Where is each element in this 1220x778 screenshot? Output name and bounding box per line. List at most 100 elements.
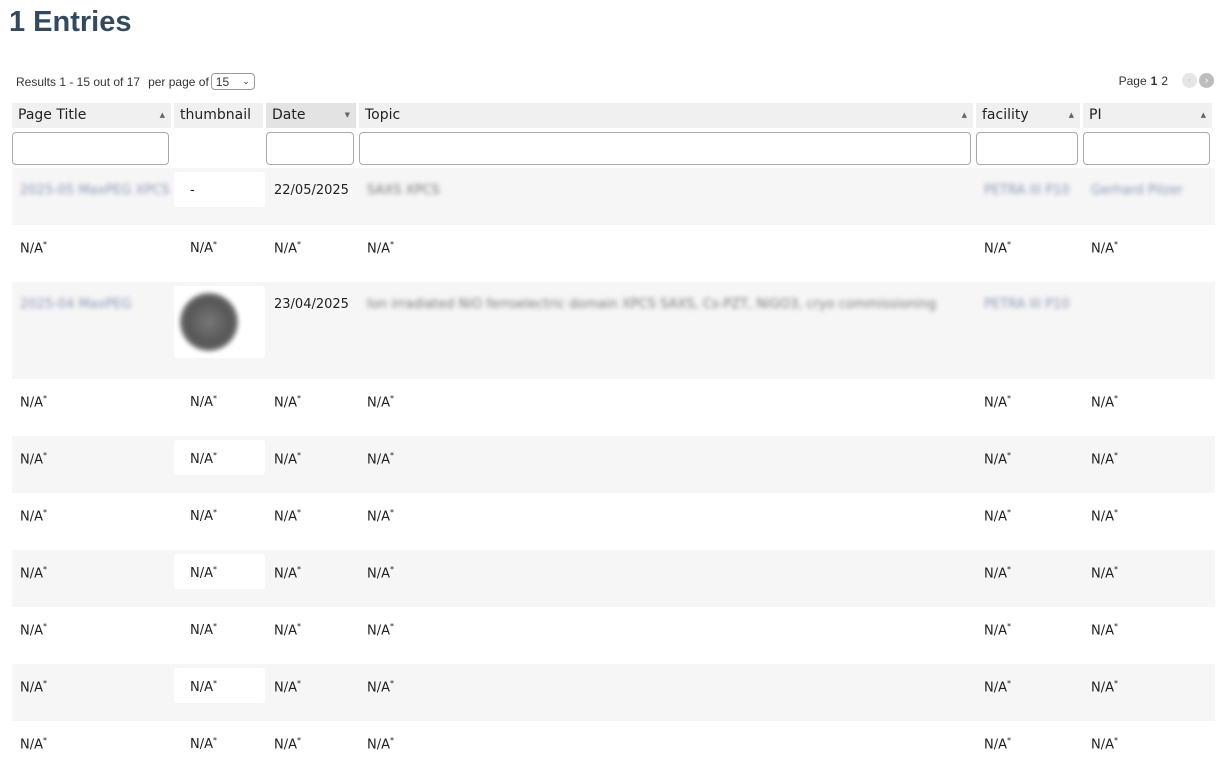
- asterisk-icon: *: [1007, 679, 1011, 688]
- cell-value: N/A: [984, 509, 1007, 525]
- cell-value: N/A: [1091, 509, 1114, 525]
- asterisk-icon: *: [43, 736, 47, 745]
- asterisk-icon: *: [213, 679, 217, 688]
- asterisk-icon: *: [390, 622, 394, 631]
- cell-value: N/A: [984, 680, 1007, 696]
- topic-cell: N/A*: [359, 436, 976, 493]
- date-cell: N/A*: [266, 225, 359, 282]
- pi-cell: Gerhard Pilzer: [1083, 168, 1215, 225]
- topic-cell: N/A*: [359, 379, 976, 436]
- date-cell: N/A*: [266, 436, 359, 493]
- per-page-select[interactable]: 15 ⌄: [210, 73, 255, 90]
- column-header-page-title[interactable]: Page Title ▲: [12, 103, 174, 128]
- column-header-thumbnail: thumbnail: [174, 103, 266, 128]
- asterisk-icon: *: [390, 508, 394, 517]
- cell-value: N/A: [984, 737, 1007, 753]
- entries-table: Page Title ▲ thumbnail Date ▼ Topic ▲ facil…: [12, 103, 1215, 778]
- asterisk-icon: *: [297, 622, 301, 631]
- table-row: N/A* N/A* N/A* N/A* N/A* N/A*: [12, 436, 1215, 493]
- cell-value: N/A: [367, 395, 390, 411]
- pi-cell: N/A*: [1083, 493, 1215, 550]
- asterisk-icon: *: [213, 508, 217, 517]
- pager-page-2[interactable]: 2: [1161, 74, 1168, 88]
- thumbnail-cell: N/A*: [174, 607, 266, 664]
- topic-cell: Ion irradiated NiO ferroelectric domain …: [359, 282, 976, 379]
- asterisk-icon: *: [213, 565, 217, 574]
- table-header: Page Title ▲ thumbnail Date ▼ Topic ▲ facil…: [12, 103, 1215, 128]
- column-header-topic[interactable]: Topic ▲: [359, 103, 976, 128]
- topic-cell: N/A*: [359, 493, 976, 550]
- thumbnail-cell: N/A*: [174, 721, 266, 778]
- pi-cell: N/A*: [1083, 721, 1215, 778]
- thumbnail-cell: -: [174, 168, 266, 225]
- next-page-icon[interactable]: ›: [1199, 73, 1214, 88]
- title-cell: N/A*: [12, 436, 174, 493]
- asterisk-icon: *: [390, 451, 394, 460]
- column-header-date[interactable]: Date ▼: [266, 103, 359, 128]
- sort-up-icon: ▲: [961, 111, 967, 119]
- sort-down-icon: ▼: [344, 111, 350, 119]
- previous-page-icon[interactable]: ‹: [1182, 73, 1197, 88]
- asterisk-icon: *: [1007, 240, 1011, 249]
- facility-cell: PETRA III P10: [976, 168, 1083, 225]
- cell-value: N/A: [20, 452, 43, 468]
- table-row: N/A* N/A* N/A* N/A* N/A* N/A*: [12, 607, 1215, 664]
- facility-filter[interactable]: [976, 131, 1078, 165]
- cell-value: N/A: [367, 452, 390, 468]
- cell-value: N/A: [274, 395, 297, 411]
- filter-cell: [359, 131, 976, 165]
- cell-value: N/A: [190, 241, 213, 257]
- date-cell: N/A*: [266, 607, 359, 664]
- cell-value: N/A: [367, 566, 390, 582]
- thumbnail-image[interactable]: [180, 293, 238, 351]
- cell-value: N/A: [274, 680, 297, 696]
- cell-value: N/A: [20, 395, 43, 411]
- pi-cell: N/A*: [1083, 225, 1215, 282]
- filter-cell: [12, 131, 174, 165]
- asterisk-icon: *: [1007, 622, 1011, 631]
- asterisk-icon: *: [390, 565, 394, 574]
- column-header-pi[interactable]: PI ▲: [1083, 103, 1215, 128]
- topic-filter[interactable]: [359, 131, 971, 165]
- cell-value: N/A: [367, 680, 390, 696]
- topic-cell: N/A*: [359, 607, 976, 664]
- topic-cell: N/A*: [359, 664, 976, 721]
- topic-text: Ion irradiated NiO ferroelectric domain …: [367, 297, 937, 312]
- cell-value: N/A: [984, 452, 1007, 468]
- asterisk-icon: *: [1114, 622, 1118, 631]
- cell-value: N/A: [274, 241, 297, 257]
- asterisk-icon: *: [1007, 508, 1011, 517]
- pi-cell: N/A*: [1083, 436, 1215, 493]
- pi-filter[interactable]: [1083, 131, 1210, 165]
- facility-link[interactable]: PETRA III P10: [984, 183, 1070, 198]
- pi-cell: [1083, 282, 1215, 379]
- table-row: 2025-05 MaxPEG XPCS - 22/05/2025 SAXS XP…: [12, 168, 1215, 225]
- asterisk-icon: *: [213, 240, 217, 249]
- asterisk-icon: *: [1114, 679, 1118, 688]
- sort-up-icon: ▲: [1200, 111, 1206, 119]
- page-title-filter[interactable]: [12, 131, 169, 165]
- asterisk-icon: *: [1007, 736, 1011, 745]
- column-header-facility[interactable]: facility ▲: [976, 103, 1083, 128]
- cell-value: N/A: [274, 452, 297, 468]
- facility-link[interactable]: PETRA III P10: [984, 297, 1070, 312]
- filter-cell: [266, 131, 359, 165]
- date-filter[interactable]: [266, 131, 354, 165]
- title-cell: 2025-05 MaxPEG XPCS: [12, 168, 174, 225]
- asterisk-icon: *: [297, 451, 301, 460]
- page-title-link[interactable]: 2025-04 MaxPEG: [20, 297, 131, 312]
- cell-value: N/A: [1091, 737, 1114, 753]
- per-page-value: 15: [215, 74, 230, 89]
- pager-current-page: 1: [1150, 73, 1158, 88]
- topic-cell: N/A*: [359, 225, 976, 282]
- asterisk-icon: *: [43, 451, 47, 460]
- cell-value: N/A: [20, 241, 43, 257]
- pi-link[interactable]: Gerhard Pilzer: [1091, 183, 1183, 198]
- sort-up-icon: ▲: [1068, 111, 1074, 119]
- asterisk-icon: *: [43, 565, 47, 574]
- title-cell: N/A*: [12, 607, 174, 664]
- page-title-link[interactable]: 2025-05 MaxPEG XPCS: [20, 183, 170, 198]
- results-count: Results 1 - 15 out of 17: [16, 74, 141, 89]
- table-row: N/A* N/A* N/A* N/A* N/A* N/A*: [12, 493, 1215, 550]
- title-cell: N/A*: [12, 721, 174, 778]
